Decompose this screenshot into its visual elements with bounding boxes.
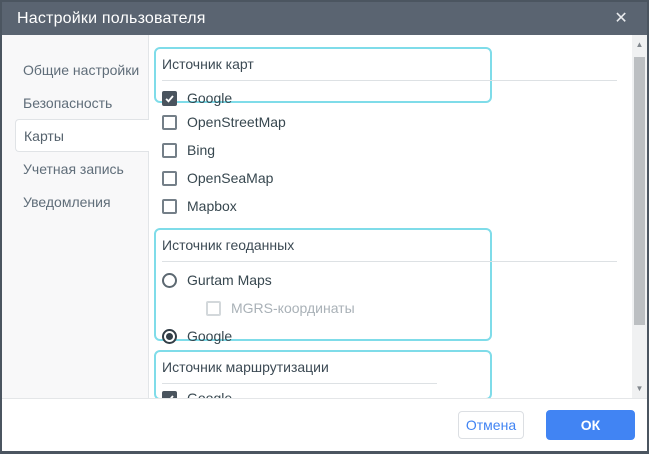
checkbox-disabled-icon [206,301,221,316]
section-routing-source: Источник маршрутизации Google [154,350,492,400]
dialog-body: Общие настройки Безопасность Карты Учетн… [2,35,647,398]
ok-button[interactable]: ОК [546,410,635,440]
user-settings-dialog: Настройки пользователя ✕ Общие настройки… [0,0,649,454]
scrollbar-thumb[interactable] [634,57,645,325]
checkbox-unchecked-icon[interactable] [162,115,177,130]
checkbox-label: OpenSeaMap [187,170,273,186]
radio-label: Gurtam Maps [187,272,272,288]
checkbox-label: Google [187,90,232,106]
map-source-options: OpenStreetMap Bing OpenSeaMap Mapbox [162,108,286,220]
section-divider [162,261,617,262]
checkbox-row-openstreetmap[interactable]: OpenStreetMap [162,108,286,136]
section-map-source: Источник карт Google [154,47,492,103]
checkbox-row-openseamap[interactable]: OpenSeaMap [162,164,286,192]
dialog-footer: Отмена ОК [2,398,647,451]
radio-selected-icon[interactable] [162,329,177,344]
section-title: Источник геоданных [156,230,490,253]
section-title: Источник карт [156,49,490,72]
checkbox-unchecked-icon[interactable] [162,199,177,214]
radio-label: Google [187,328,232,344]
vertical-scrollbar[interactable]: ▲ ▼ [632,35,647,398]
scroll-down-icon[interactable]: ▼ [632,381,647,396]
checkbox-unchecked-icon[interactable] [162,171,177,186]
checkbox-label: Bing [187,142,215,158]
sidebar-item-notifications[interactable]: Уведомления [2,185,148,218]
sidebar-item-security[interactable]: Безопасность [2,86,148,119]
section-divider [162,383,437,384]
dialog-titlebar: Настройки пользователя ✕ [2,2,647,35]
checkbox-label: Mapbox [187,198,237,214]
checkbox-row-google-maps[interactable]: Google [162,90,490,106]
dialog-title: Настройки пользователя [17,10,610,28]
section-divider [162,80,617,81]
sidebar-item-maps[interactable]: Карты [15,119,149,152]
checkbox-label: MGRS-координаты [231,300,355,316]
scroll-up-icon[interactable]: ▲ [632,37,647,52]
checkbox-checked-icon[interactable] [162,91,177,106]
maps-settings-panel: Источник карт Google OpenStreetMap Bing [149,35,647,398]
checkbox-row-bing[interactable]: Bing [162,136,286,164]
sidebar-item-general[interactable]: Общие настройки [2,53,148,86]
section-title: Источник маршрутизации [156,352,490,375]
radio-unselected-icon[interactable] [162,273,177,288]
settings-tabs-sidebar: Общие настройки Безопасность Карты Учетн… [2,35,149,398]
close-icon[interactable]: ✕ [610,9,632,29]
checkbox-unchecked-icon[interactable] [162,143,177,158]
checkbox-label: OpenStreetMap [187,114,286,130]
section-geodata-source: Источник геоданных Gurtam Maps MGRS-коор… [154,228,492,341]
checkbox-row-mapbox[interactable]: Mapbox [162,192,286,220]
cancel-button[interactable]: Отмена [458,411,524,439]
radio-row-google-geodata[interactable]: Google [162,322,490,350]
sidebar-item-account[interactable]: Учетная запись [2,152,148,185]
radio-row-gurtam-maps[interactable]: Gurtam Maps [162,266,490,294]
checkbox-row-mgrs: MGRS-координаты [206,294,490,322]
